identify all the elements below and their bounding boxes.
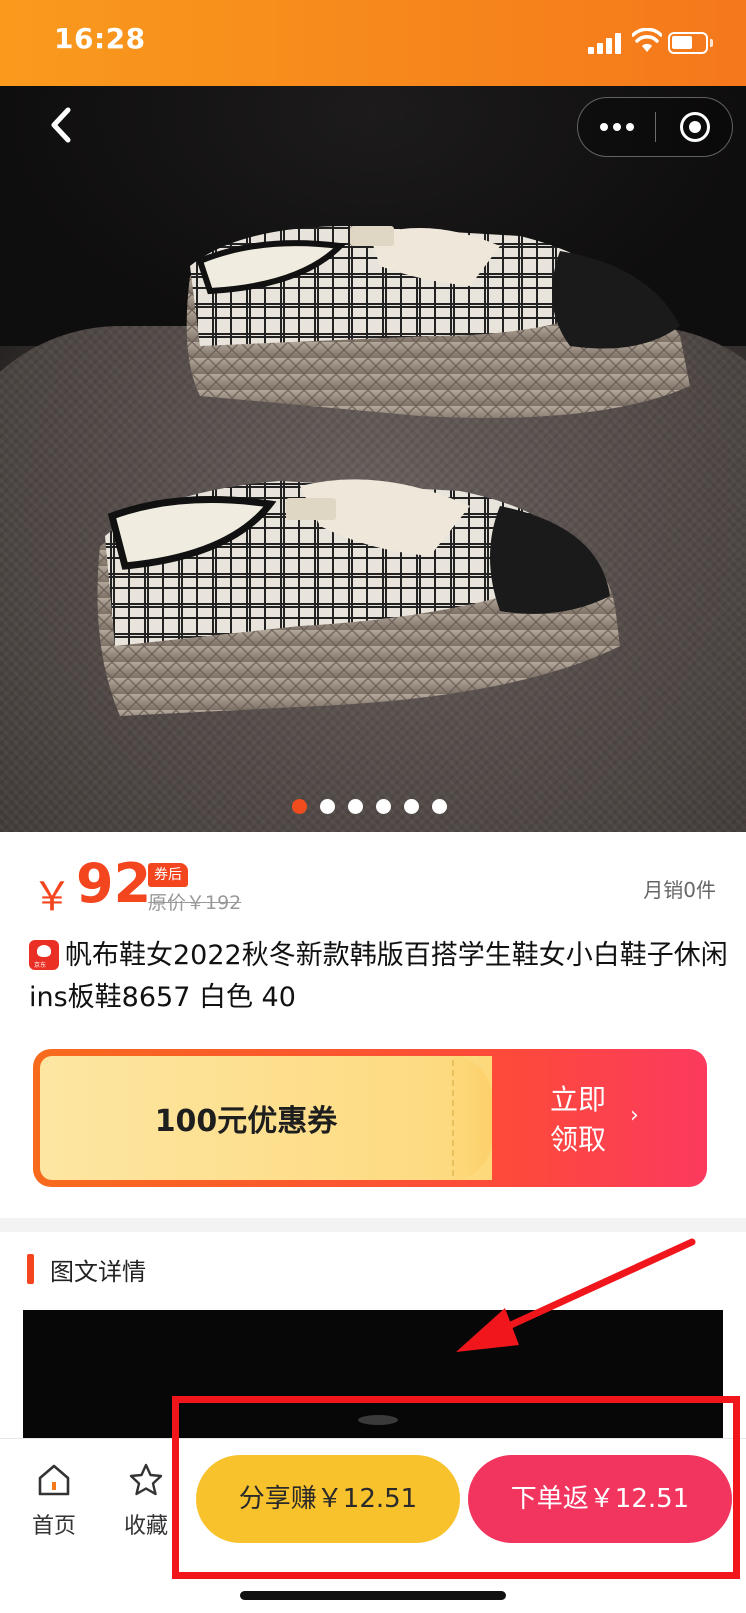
- after-coupon-badge: 券后: [148, 863, 188, 887]
- star-icon: [129, 1463, 163, 1496]
- carousel-dot[interactable]: [432, 799, 447, 814]
- coupon-amount: 100元优惠券: [154, 1104, 338, 1139]
- battery-icon: [668, 32, 708, 54]
- product-photo-sneakers: [97, 226, 690, 716]
- cellular-signal-icon: [588, 32, 624, 54]
- price-value: 92: [76, 852, 152, 915]
- original-price: 原价￥192: [148, 892, 242, 914]
- carousel-dot[interactable]: [292, 799, 307, 814]
- section-divider: [0, 1218, 746, 1232]
- home-icon: [38, 1464, 70, 1496]
- home-indicator: [240, 1591, 506, 1600]
- product-image-carousel[interactable]: [0, 86, 746, 832]
- more-options-button[interactable]: [578, 98, 656, 155]
- carousel-dot[interactable]: [376, 799, 391, 814]
- battery-tip: [710, 39, 713, 47]
- carousel-dot[interactable]: [320, 799, 335, 814]
- tab-home[interactable]: 首页: [22, 1462, 86, 1542]
- wifi-icon: [632, 28, 662, 52]
- monthly-sales: 月销0件: [643, 878, 716, 902]
- tab-favorites[interactable]: 收藏: [114, 1462, 178, 1542]
- carousel-dot[interactable]: [348, 799, 363, 814]
- share-earn-button[interactable]: 分享赚￥12.51: [196, 1455, 460, 1543]
- mini-program-capsule: [577, 97, 733, 157]
- details-section-title: 图文详情: [50, 1258, 146, 1286]
- close-mini-program-button[interactable]: [656, 98, 732, 155]
- section-accent-bar: [27, 1254, 34, 1284]
- chevron-right-icon: ›: [630, 1103, 639, 1128]
- carousel-dot[interactable]: [404, 799, 419, 814]
- coupon-perforation: [452, 1060, 454, 1176]
- claim-coupon-button[interactable]: 立即领取: [550, 1080, 620, 1160]
- status-time: 16:28: [54, 22, 146, 55]
- order-cashback-button[interactable]: 下单返￥12.51: [468, 1455, 732, 1543]
- product-title: 帆布鞋女2022秋冬新款韩版百搭学生鞋女小白鞋子休闲ins板鞋8657 白色 4…: [29, 940, 728, 1013]
- price-currency: ￥: [32, 874, 72, 920]
- tab-favorites-label: 收藏: [123, 1514, 168, 1539]
- tab-home-label: 首页: [31, 1514, 76, 1539]
- status-bar: 16:28: [0, 0, 746, 86]
